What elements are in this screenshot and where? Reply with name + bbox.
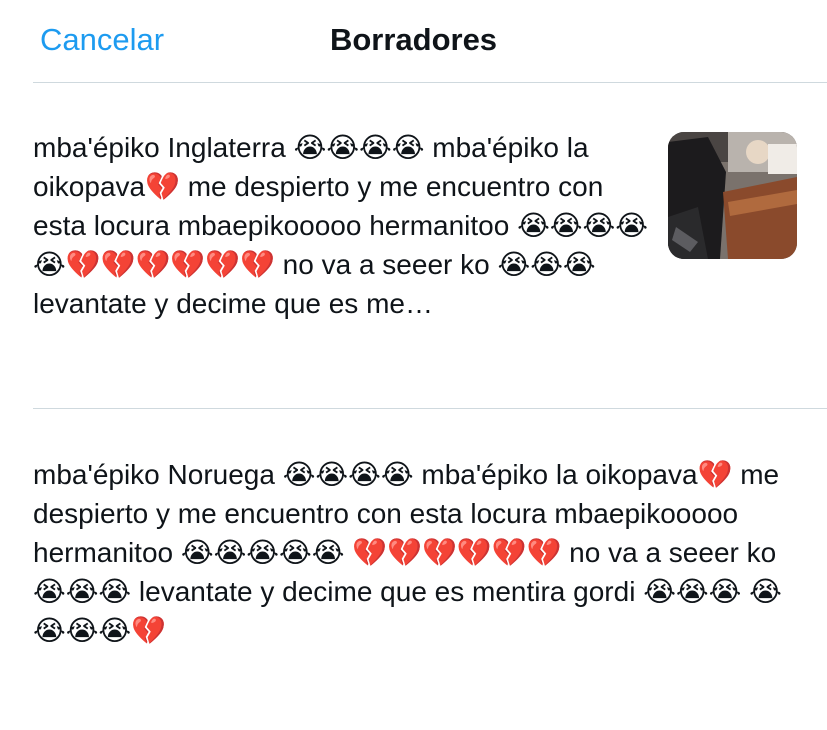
divider (33, 82, 827, 83)
draft-text: mba'épiko Inglaterra 😭😭😭😭 mba'épiko la o… (33, 132, 648, 319)
divider (33, 408, 827, 409)
navigation-bar: Cancelar Borradores (0, 0, 827, 82)
page-title: Borradores (329, 22, 498, 57)
draft-item[interactable]: mba'épiko Inglaterra 😭😭😭😭 mba'épiko la o… (33, 128, 653, 323)
draft-text: mba'épiko Noruega 😭😭😭😭 mba'épiko la oiko… (33, 459, 782, 646)
thumbnail-image (668, 132, 797, 259)
draft-item[interactable]: mba'épiko Noruega 😭😭😭😭 mba'épiko la oiko… (33, 455, 793, 650)
draft-media-thumbnail[interactable] (668, 132, 797, 259)
